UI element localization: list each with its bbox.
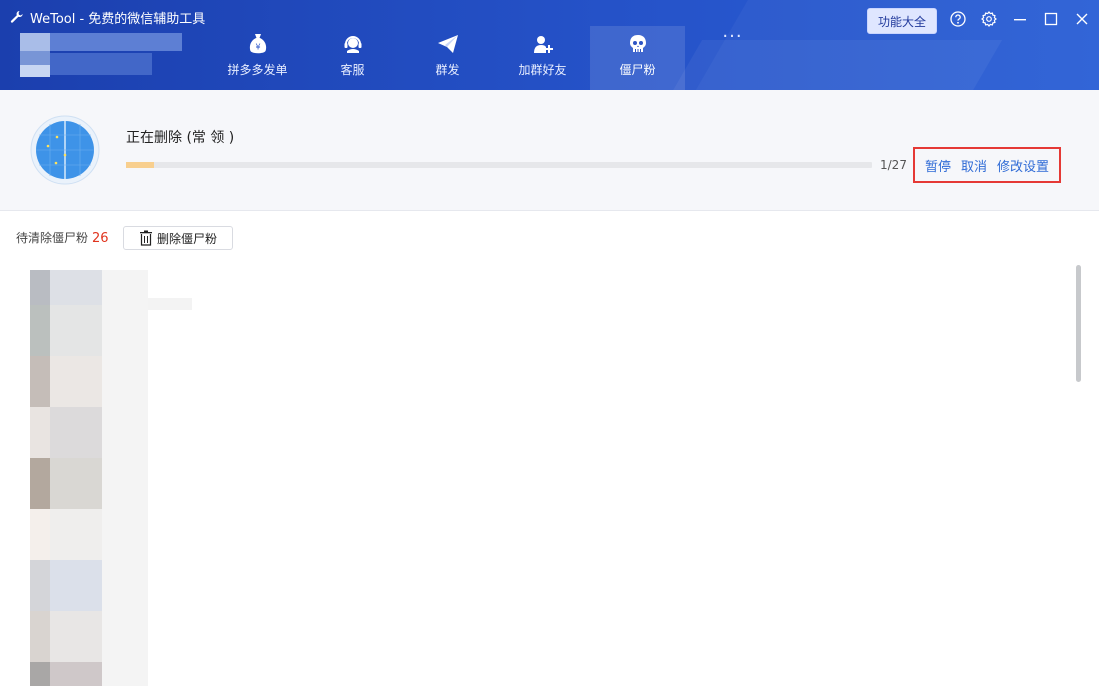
help-icon[interactable]: [949, 10, 967, 28]
list-item[interactable]: [30, 509, 200, 560]
nav-label: 僵尸粉: [619, 63, 656, 77]
contact-name: [102, 356, 148, 407]
contact-name: [102, 305, 148, 356]
progress-fill: [126, 162, 154, 168]
contact-name: [102, 407, 148, 458]
contact-name: [102, 560, 148, 611]
avatar: [30, 356, 102, 407]
pending-label: 待清除僵尸粉 26: [16, 229, 109, 246]
trash-icon: [139, 230, 152, 246]
maximize-icon[interactable]: [1042, 10, 1060, 28]
settings-gear-icon[interactable]: [980, 10, 998, 28]
nav-item-zombie-fans[interactable]: 僵尸粉: [590, 26, 685, 90]
wrench-icon: [10, 11, 23, 23]
progress-bar: [126, 162, 872, 168]
contact-name: [102, 509, 148, 560]
modify-settings-link[interactable]: 修改设置: [997, 156, 1049, 175]
close-icon[interactable]: [1073, 10, 1091, 28]
list-item[interactable]: [30, 560, 200, 611]
headset-icon: [342, 33, 364, 55]
avatar: [30, 662, 102, 686]
avatar: [30, 407, 102, 458]
paper-plane-icon: [437, 33, 459, 55]
contact-name: [102, 458, 148, 509]
avatar: [30, 560, 102, 611]
minimize-icon[interactable]: [1011, 10, 1029, 28]
skull-icon: [627, 33, 649, 55]
nav-item-pdd[interactable]: ¥ 拼多多发单: [210, 26, 305, 90]
nav-item-service[interactable]: 客服: [305, 26, 400, 90]
avatar: [30, 509, 102, 560]
list-item[interactable]: [30, 662, 200, 686]
pause-link[interactable]: 暂停: [925, 156, 951, 175]
avatar: [30, 611, 102, 662]
svg-text:¥: ¥: [255, 43, 260, 52]
contact-name: [102, 611, 148, 662]
deletion-status-panel: 正在删除 (常 领 ) 1/27 暂停 取消 修改设置: [0, 90, 1099, 211]
nav-item-add-friends[interactable]: 加群好友: [495, 26, 590, 90]
list-item[interactable]: [30, 458, 200, 509]
app-title-text: WeTool - 免费的微信辅助工具: [30, 11, 206, 27]
nav-label: 客服: [340, 63, 365, 77]
avatar: [30, 458, 102, 509]
nav-label: 加群好友: [518, 63, 567, 77]
zombie-fans-list: [0, 270, 1070, 700]
delete-zombie-fans-button[interactable]: 删除僵尸粉: [123, 226, 233, 250]
money-bag-icon: ¥: [247, 33, 269, 55]
contact-name: [102, 662, 148, 686]
cancel-link[interactable]: 取消: [961, 156, 987, 175]
app-title: WeTool - 免费的微信辅助工具: [10, 7, 205, 27]
pending-count: 26: [92, 231, 109, 246]
list-item[interactable]: [30, 611, 200, 662]
list-scrollbar[interactable]: [1076, 265, 1081, 382]
nav-label: 群发: [435, 63, 460, 77]
all-functions-button[interactable]: 功能大全: [867, 8, 937, 34]
list-item[interactable]: [30, 305, 200, 356]
pending-label-text: 待清除僵尸粉: [16, 231, 89, 245]
action-links-group: 暂停 取消 修改设置: [913, 147, 1061, 183]
nav-item-broadcast[interactable]: 群发: [400, 26, 495, 90]
more-icon[interactable]: ···: [685, 26, 780, 66]
avatar: [30, 305, 102, 356]
title-bar: WeTool - 免费的微信辅助工具 ¥ 拼多多发单 客服 群发 加群好友 僵尸…: [0, 0, 1099, 90]
nav-label: 拼多多发单: [227, 63, 288, 77]
add-user-icon: [532, 33, 554, 55]
status-text: 正在删除 (常 领 ): [126, 130, 235, 146]
main-nav: ¥ 拼多多发单 客服 群发 加群好友 僵尸粉 ···: [210, 26, 780, 90]
progress-count: 1/27: [880, 158, 907, 172]
delete-button-label: 删除僵尸粉: [156, 231, 217, 246]
list-item[interactable]: [30, 356, 200, 407]
radar-scan-icon: [30, 115, 100, 189]
list-item[interactable]: [30, 407, 200, 458]
